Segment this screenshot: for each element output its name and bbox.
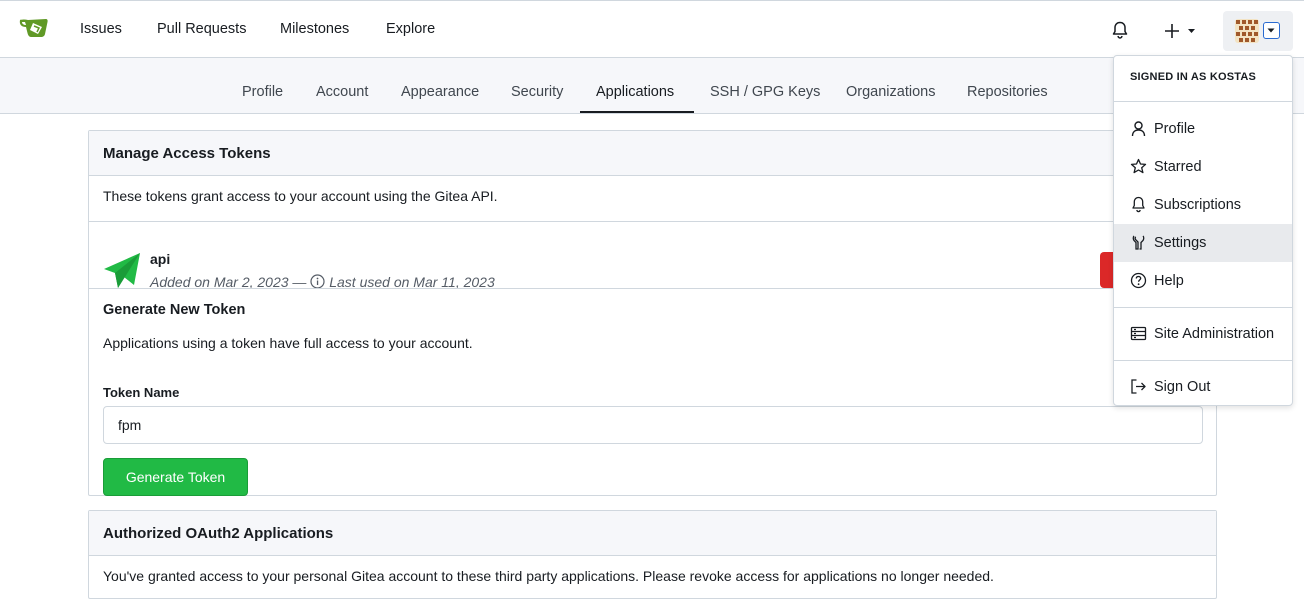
user-dropdown-menu: SIGNED IN AS KOSTAS Profile Starred Subs…	[1113, 55, 1293, 406]
sign-out-icon	[1131, 379, 1146, 394]
menu-item-site-administration[interactable]: Site Administration	[1114, 315, 1292, 353]
oauth-description: You've granted access to your personal G…	[103, 568, 994, 584]
server-icon	[1130, 326, 1147, 341]
menu-item-label: Sign Out	[1154, 379, 1211, 395]
generate-token-title: Generate New Token	[103, 302, 246, 318]
nav-pull-requests[interactable]: Pull Requests	[157, 21, 246, 37]
menu-item-label: Starred	[1154, 159, 1202, 175]
menu-item-label: Settings	[1154, 235, 1207, 251]
gitea-logo-icon[interactable]	[18, 14, 50, 42]
nav-milestones[interactable]: Milestones	[280, 21, 349, 37]
access-tokens-segment: Manage Access Tokens These tokens grant …	[88, 130, 1217, 496]
menu-item-settings[interactable]: Settings	[1114, 224, 1292, 262]
menu-item-label: Profile	[1154, 121, 1196, 137]
section-title: Authorized OAuth2 Applications	[89, 511, 1216, 556]
menu-item-help[interactable]: Help	[1114, 262, 1292, 300]
tab-applications[interactable]: Applications	[596, 84, 674, 100]
divider	[1114, 101, 1292, 102]
oauth-applications-segment: Authorized OAuth2 Applications You've gr…	[88, 510, 1217, 599]
generate-token-note: Applications using a token have full acc…	[103, 335, 473, 351]
divider	[1114, 360, 1292, 361]
settings-tabbar: Profile Account Appearance Security Appl…	[0, 58, 1304, 114]
menu-item-subscriptions[interactable]: Subscriptions	[1114, 186, 1292, 224]
top-navbar: Issues Pull Requests Milestones Explore	[0, 0, 1304, 58]
signed-in-header: SIGNED IN AS KOSTAS	[1130, 71, 1257, 83]
chevron-down-icon[interactable]	[1263, 22, 1280, 39]
menu-item-sign-out[interactable]: Sign Out	[1114, 368, 1292, 406]
menu-item-profile[interactable]: Profile	[1114, 110, 1292, 148]
menu-item-starred[interactable]: Starred	[1114, 148, 1292, 186]
tokens-description: These tokens grant access to your accoun…	[103, 188, 498, 204]
bell-icon	[1132, 196, 1145, 213]
tab-account[interactable]: Account	[316, 84, 368, 100]
menu-item-label: Help	[1154, 273, 1184, 289]
token-name-label: Token Name	[103, 385, 180, 400]
send-icon	[104, 253, 140, 288]
user-menu-button[interactable]	[1223, 11, 1293, 51]
person-icon	[1131, 121, 1146, 137]
tools-icon	[1132, 235, 1145, 250]
question-icon	[1130, 272, 1147, 289]
tab-ssh-gpg-keys[interactable]: SSH / GPG Keys	[710, 84, 820, 100]
divider	[89, 288, 1216, 289]
nav-issues[interactable]: Issues	[80, 21, 122, 37]
token-name-input[interactable]	[103, 406, 1203, 444]
nav-explore[interactable]: Explore	[386, 21, 435, 37]
active-tab-indicator	[580, 111, 694, 113]
tab-security[interactable]: Security	[511, 84, 563, 100]
menu-item-label: Site Administration	[1154, 326, 1275, 342]
tab-repositories[interactable]: Repositories	[967, 84, 1048, 100]
tab-organizations[interactable]: Organizations	[846, 84, 935, 100]
token-name: api	[150, 251, 171, 267]
bell-icon[interactable]	[1110, 20, 1130, 40]
divider	[1114, 307, 1292, 308]
tab-profile[interactable]: Profile	[242, 84, 283, 100]
divider	[89, 221, 1216, 222]
create-plus-icon[interactable]	[1160, 19, 1200, 43]
info-icon	[310, 274, 325, 289]
tab-appearance[interactable]: Appearance	[401, 84, 479, 100]
menu-item-label: Subscriptions	[1154, 197, 1242, 213]
avatar	[1235, 19, 1259, 43]
section-title: Manage Access Tokens	[89, 131, 1216, 176]
star-icon	[1130, 158, 1147, 174]
generate-token-button[interactable]: Generate Token	[103, 458, 248, 496]
